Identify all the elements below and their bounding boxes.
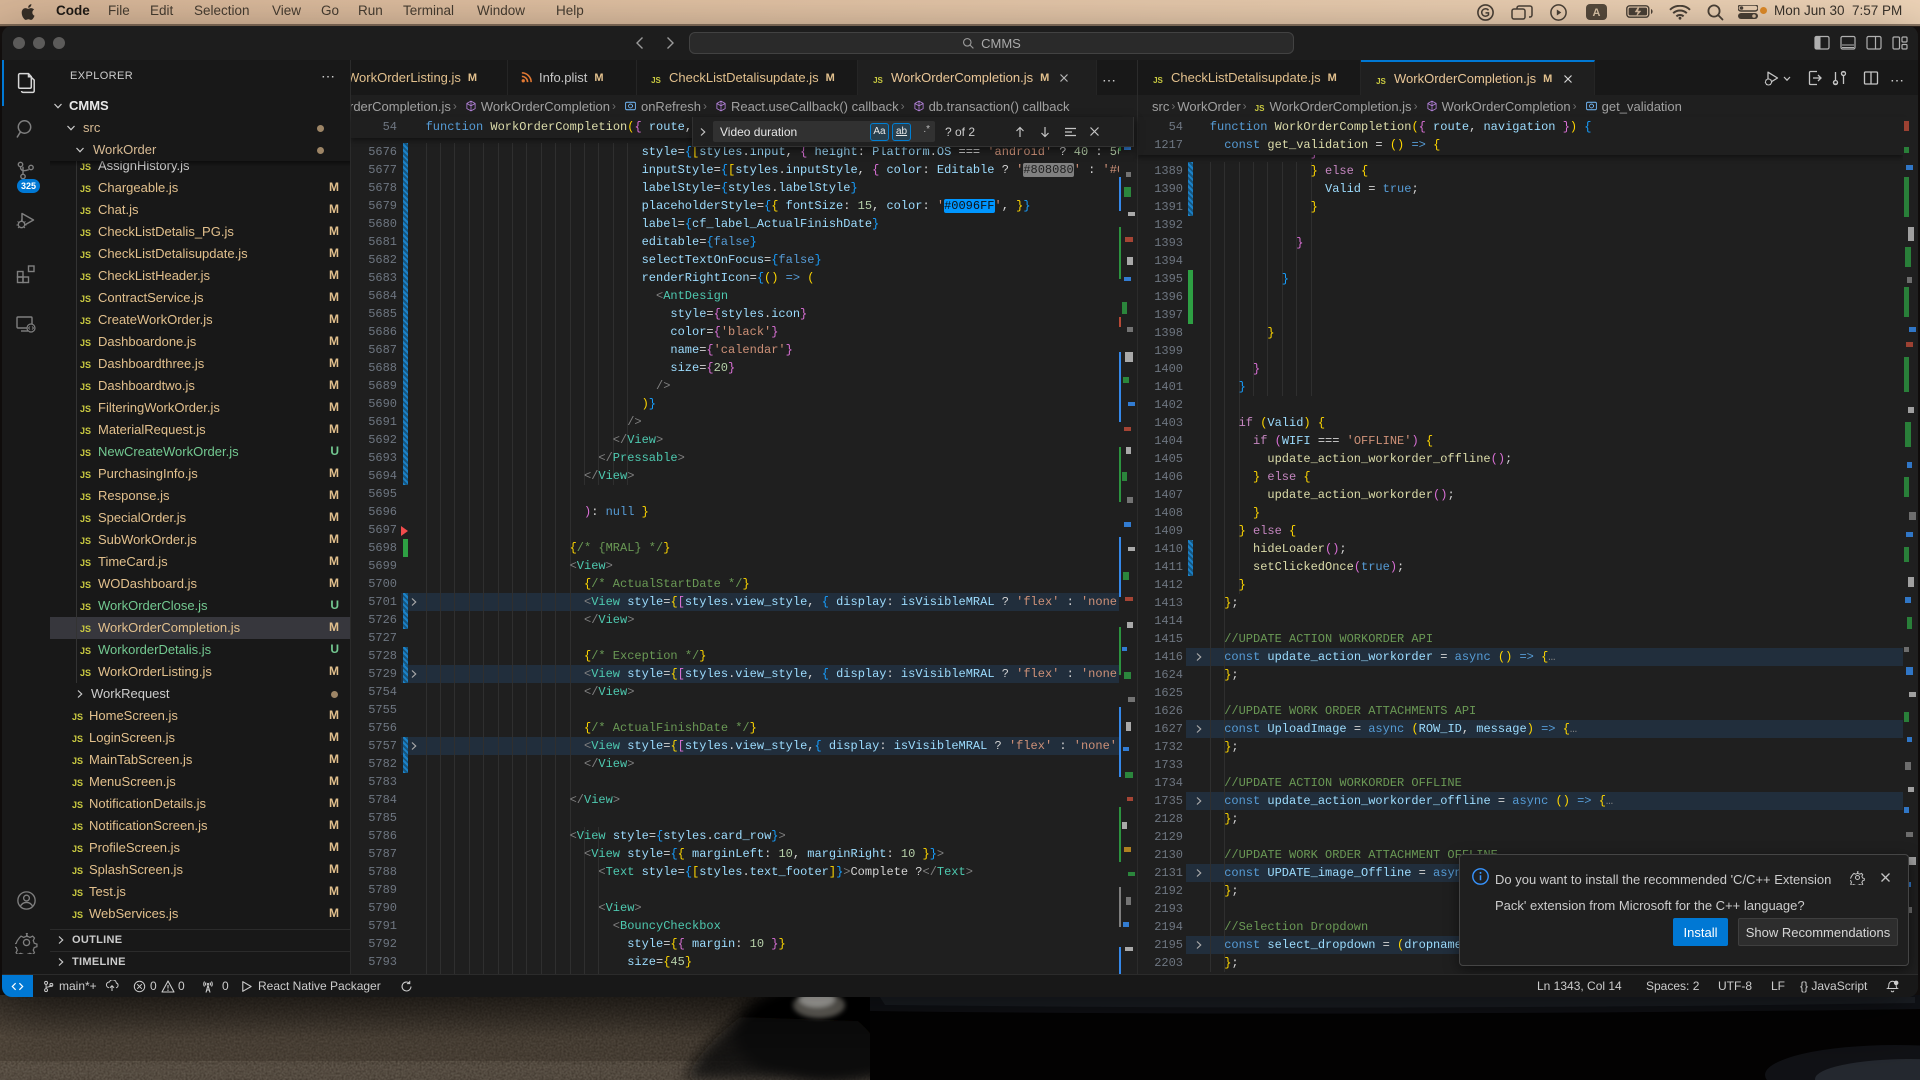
svg-text:A: A bbox=[1593, 7, 1601, 19]
